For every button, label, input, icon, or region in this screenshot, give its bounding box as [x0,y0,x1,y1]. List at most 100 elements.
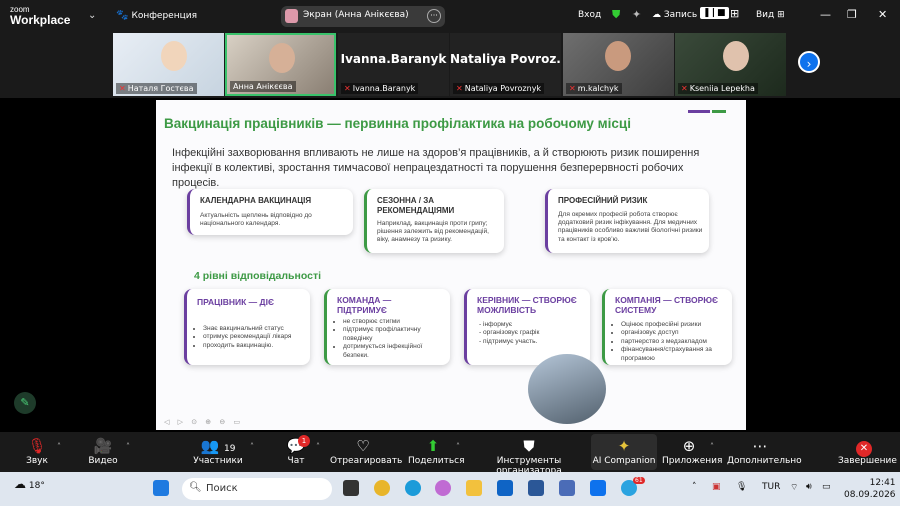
tray-app-icon[interactable]: ▣ [712,482,721,492]
video-button[interactable]: 🎥 Видео [86,436,120,466]
level-item: організовує доступ [621,329,731,337]
chevron-up-icon[interactable]: ˄ [250,442,254,451]
minimize-icon[interactable]: — [820,8,831,21]
presenter-avatar-icon [285,9,298,23]
participants-button[interactable]: 👥 19 Участники [193,436,243,466]
participant-tile[interactable]: ✕ m.kalchyk [563,33,674,96]
presentation-slide: Вакцинація працівників — первинна профіл… [156,100,746,430]
participants-count: 19 [224,444,236,454]
participant-tile[interactable]: Nataliya Povroz... ✕ Nataliya Povroznyk [450,33,561,96]
shared-screen-area: Вакцинація працівників — первинна профіл… [0,98,900,432]
participant-tile[interactable]: ✕ Наталя Гостєва [113,33,224,96]
mute-button[interactable]: 🎙 Звук [22,436,52,466]
task-view-icon[interactable] [343,480,359,496]
copilot-icon[interactable] [435,480,451,496]
participant-name: ✕ Ivanna.Baranyk [341,83,419,94]
participant-video [723,41,749,71]
zoom-title-bar: zoom Workplace ⌄ 🐾 Конференция Экран (Анн… [0,0,900,32]
sparkle-icon: ✦ [617,437,631,455]
chevron-up-icon[interactable]: ˄ [57,442,61,451]
keyboard-language[interactable]: TUR [762,482,780,492]
level-item: організовує графік [483,329,587,337]
stop-icon[interactable]: ■ [714,7,729,19]
participant-display-name: Ivanna.Baranyk [340,52,447,66]
level-list: Оцінює професійні ризики організовує дос… [621,321,731,363]
more-button[interactable]: ⋯ Дополнительно [727,436,802,466]
chevron-down-icon[interactable]: ⌄ [88,10,96,21]
level-title: КОМАНДА — ПІДТРИМУЄ [337,295,392,315]
record-label: Запись [663,10,698,20]
mute-label: Звук [26,456,48,466]
participant-tile-active-speaker[interactable]: Анна Анікєєва [225,33,336,96]
participant-name: ✕ Наталя Гостєва [116,83,197,94]
chat-button[interactable]: 💬 1 Чат [284,435,310,466]
file-explorer-icon[interactable] [466,480,482,496]
microphone-icon[interactable]: 🎙 [736,482,747,492]
end-meeting-button[interactable]: ✕ Завершение [838,436,897,466]
pen-annotate-icon[interactable]: ✎ [14,392,36,414]
card-title: ПРОФЕСІЙНИЙ РИЗИК [558,196,648,205]
cloud-icon: ☁ [14,477,26,491]
chevron-up-icon[interactable]: ˄ [710,442,714,451]
windows-start-icon[interactable] [153,480,169,496]
level-card-company: КОМПАНІЯ — СТВОРЮЄ СИСТЕМУ Оцінює профес… [602,289,732,365]
end-call-icon: ✕ [856,441,872,457]
chevron-up-icon[interactable]: ˄ [316,442,320,451]
meeting-controls-toolbar: 🎙 Звук 🎥 Видео 👥 19 Участники 💬 1 Чат ♡ … [0,432,900,476]
screen-share-indicator[interactable]: Экран (Анна Анікєєва) ··· [281,6,445,27]
participants-label: Участники [193,456,243,466]
chevron-up-icon[interactable]: ˄ [456,442,460,451]
restore-icon[interactable]: ❐ [847,8,857,21]
app-icon[interactable] [559,480,575,496]
react-label: Отреагировать [330,456,403,466]
participants-icon: 👥 19 [200,437,236,455]
grid-icon[interactable]: ⊞ [730,7,739,20]
wifi-icon[interactable]: ⌔ [790,482,798,493]
host-tools-button[interactable]: ⛊ Инструменты организатора [472,436,586,476]
sparkle-icon[interactable]: ✦ [632,8,641,21]
word-icon[interactable] [528,480,544,496]
chat-label: Чат [287,456,305,466]
mic-muted-icon: ✕ [119,84,126,93]
heart-icon: ♡ [356,437,370,455]
battery-icon[interactable]: ▭ [822,482,831,492]
signin-button[interactable]: Вход [578,10,601,20]
volume-icon[interactable]: 🔊︎ [806,482,812,492]
chevron-up-icon[interactable]: ˄ [692,482,697,492]
record-button[interactable]: ☁ Запись [652,10,697,20]
participant-tile[interactable]: Ivanna.Baranyk ✕ Ivanna.Baranyk [338,33,449,96]
zoom-app-icon[interactable] [590,480,606,496]
participant-tile[interactable]: ✕ Kseniia Lepekha [675,33,786,96]
shield-icon[interactable]: ⛊ [612,8,620,22]
weather-widget[interactable]: ☁ 18° [14,477,45,491]
participant-name: ✕ Kseniia Lepekha [678,83,758,94]
mic-muted-icon: ✕ [681,84,688,93]
edge-icon[interactable] [405,480,421,496]
close-icon[interactable]: ✕ [878,8,887,21]
meeting-label: Конференция [131,11,197,21]
more-options-icon[interactable]: ··· [427,9,441,23]
system-clock[interactable]: 12:41 08.09.2026 [844,477,896,501]
slide-intro: Інфекційні захворювання впливають не лиш… [172,147,700,189]
meeting-info[interactable]: 🐾 Конференция [116,10,197,21]
apps-button[interactable]: ⊕ Приложения [662,436,722,466]
more-label: Дополнительно [727,456,802,466]
taskbar-search[interactable]: 🔍︎ Поиск [182,478,332,500]
chevron-up-icon[interactable]: ˄ [126,442,130,451]
next-page-arrow-icon[interactable]: › [798,51,820,73]
logo-bottom-text: Workplace [10,13,71,27]
level-item: підтримує профілактичну поведінку [343,326,447,343]
outlook-icon[interactable] [497,480,513,496]
slide-nav-controls[interactable]: ◁ ▷ ⊙ ⊕ ⊖ ▭ [164,418,243,426]
view-button[interactable]: Вид ⊞ [756,10,785,20]
cloud-icon: ☁ [652,10,661,20]
react-button[interactable]: ♡ Отреагировать [330,436,402,466]
ai-companion-button[interactable]: ✦ AI Companion [591,434,657,470]
zoom-workplace-logo: zoom Workplace [10,4,70,26]
level-list: Знає вакцинальний статус отримує рекомен… [203,325,313,350]
chat-unread-badge: 1 [298,435,310,447]
chrome-icon[interactable] [374,480,390,496]
level-title: КЕРІВНИК — СТВОРЮЄ МОЖЛИВІСТЬ [477,295,577,315]
slide-team-photo [528,354,606,424]
share-button[interactable]: ⬆ Поделиться [408,436,465,466]
